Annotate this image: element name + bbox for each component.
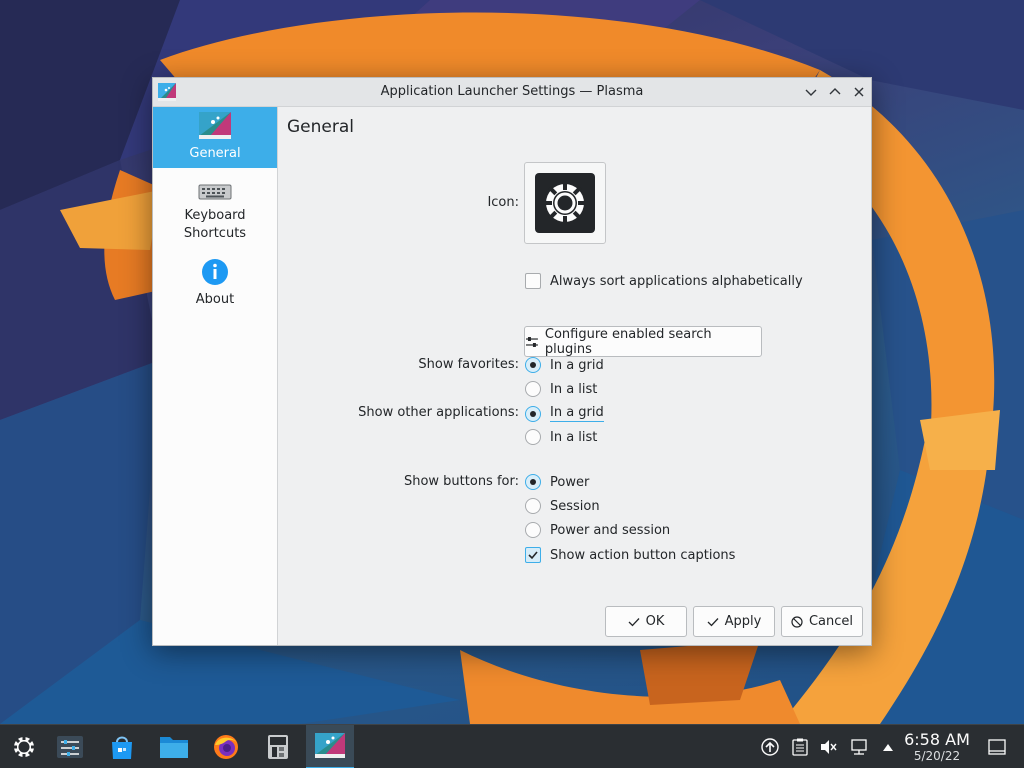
keyboard-icon [198, 184, 232, 200]
chevron-down-icon [805, 89, 817, 96]
page-title: General [287, 117, 354, 137]
radio [525, 357, 541, 373]
button-label: OK [645, 614, 665, 629]
buttons-session-radio[interactable]: Session [525, 498, 600, 514]
show-captions-checkbox[interactable]: Show action button captions [525, 547, 735, 563]
button-label: Configure enabled search plugins [544, 326, 712, 357]
file-manager-taskbar-item[interactable] [150, 725, 198, 768]
terminal-doc-icon [268, 735, 288, 759]
folder-icon [160, 737, 188, 758]
update-icon [761, 738, 779, 756]
close-icon [854, 87, 864, 97]
checkbox-label: Show action button captions [550, 547, 736, 563]
network-icon[interactable] [849, 737, 869, 757]
button-label: Cancel [808, 614, 854, 629]
clipboard-icon[interactable] [790, 737, 810, 757]
app-launcher-icon [199, 112, 231, 139]
configure-search-plugins-button[interactable]: Configure enabled search plugins [524, 326, 762, 357]
favorites-list-radio[interactable]: In a list [525, 381, 597, 397]
radio-label: In a list [550, 429, 598, 445]
application-launcher-button[interactable] [0, 725, 48, 768]
apply-button[interactable]: Apply [693, 606, 775, 637]
radio [525, 522, 541, 538]
radio [525, 429, 541, 445]
button-label: Apply [724, 614, 762, 629]
radio-label: Power and session [550, 522, 671, 538]
sidebar-item-label: General [189, 146, 241, 161]
show-desktop-button[interactable] [987, 737, 1007, 757]
icon-label: Icon: [487, 195, 519, 210]
other-apps-list-radio[interactable]: In a list [525, 429, 597, 445]
radio [525, 474, 541, 490]
checkbox-label: Always sort applications alphabetically [550, 273, 803, 289]
firefox-icon [214, 735, 238, 759]
cancel-icon [791, 615, 803, 628]
radio-label: Power [550, 474, 590, 490]
close-button[interactable] [849, 82, 869, 102]
show-buttons-for-label: Show buttons for: [403, 474, 519, 489]
cancel-button[interactable]: Cancel [781, 606, 863, 637]
discover-taskbar-item[interactable] [98, 725, 146, 768]
plasma-gear-icon [535, 173, 595, 233]
volume-muted-icon[interactable] [818, 737, 838, 757]
check-icon [707, 617, 719, 626]
system-settings-taskbar-item[interactable] [46, 725, 94, 768]
checkbox [525, 547, 541, 563]
buttons-power-radio[interactable]: Power [525, 474, 589, 490]
plasma-gear-icon [12, 735, 36, 759]
ok-button[interactable]: OK [605, 606, 687, 637]
app-launcher-icon [315, 733, 345, 758]
radio [525, 498, 541, 514]
clipboard-icon [792, 738, 808, 756]
window-titlebar[interactable]: Application Launcher Settings — Plasma [153, 78, 871, 107]
checkbox [525, 273, 541, 289]
desktop-icon [988, 739, 1006, 755]
favorites-grid-radio[interactable]: In a grid [525, 357, 604, 373]
triangle-up-icon [883, 744, 893, 751]
kde-taskbar-item[interactable] [254, 725, 302, 768]
clock-time: 6:58 AM [904, 730, 970, 749]
sidebar-item-label: About [195, 292, 235, 307]
sidebar-item-about[interactable]: About [153, 253, 277, 311]
sidebar-item-general[interactable]: General [153, 107, 277, 168]
speaker-muted-icon [821, 740, 837, 754]
maximize-button[interactable] [825, 82, 845, 102]
buttons-power-and-session-radio[interactable]: Power and session [525, 522, 670, 538]
digital-clock[interactable]: 6:58 AM 5/20/22 [900, 730, 974, 764]
radio [525, 381, 541, 397]
shopping-bag-icon [112, 736, 132, 759]
sidebar-item-label: Shortcuts [183, 226, 247, 241]
show-hidden-icons-button[interactable] [878, 737, 898, 757]
launcher-settings-taskbar-item[interactable] [306, 725, 354, 768]
sort-alphabetically-checkbox[interactable]: Always sort applications alphabetically [525, 273, 803, 289]
window-title: Application Launcher Settings — Plasma [380, 84, 644, 99]
launcher-icon-button[interactable] [524, 162, 606, 244]
sliders-icon [525, 336, 538, 347]
update-notifier-icon[interactable] [760, 737, 780, 757]
settings-content: General Icon: Always sort applications a… [279, 107, 871, 645]
radio-label: Session [550, 498, 600, 514]
chevron-up-icon [829, 88, 841, 95]
radio [525, 405, 541, 422]
show-favorites-label: Show favorites: [418, 357, 519, 372]
settings-sliders-icon [57, 736, 83, 758]
radio-label: In a list [550, 381, 598, 397]
show-other-apps-label: Show other applications: [358, 405, 519, 420]
radio-label: In a grid [550, 405, 604, 422]
check-icon [628, 617, 640, 626]
check-icon [528, 551, 538, 560]
settings-window: Application Launcher Settings — Plasma G… [152, 77, 872, 646]
sidebar-item-label: Keyboard [184, 208, 246, 223]
firefox-taskbar-item[interactable] [202, 725, 250, 768]
clock-date: 5/20/22 [913, 749, 961, 763]
info-icon [202, 259, 228, 285]
category-sidebar: General Keyboard Shortcuts About [153, 107, 278, 645]
network-wired-icon [851, 739, 867, 755]
other-apps-grid-radio[interactable]: In a grid [525, 405, 604, 422]
taskbar: 6:58 AM 5/20/22 [0, 724, 1024, 768]
sidebar-item-keyboard-shortcuts[interactable]: Keyboard Shortcuts [153, 173, 277, 247]
minimize-button[interactable] [801, 82, 821, 102]
radio-label: In a grid [550, 357, 604, 373]
